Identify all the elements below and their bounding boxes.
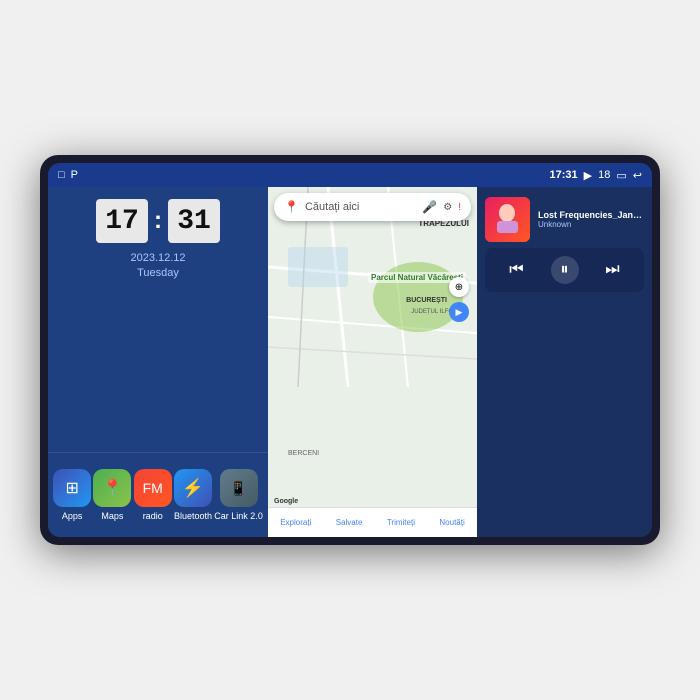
bluetooth-label: Bluetooth: [174, 511, 212, 521]
carlink-icon-bg: 📱: [220, 469, 258, 507]
clock-hours: 17: [105, 206, 139, 237]
map-mic-icon[interactable]: 🎤: [422, 200, 437, 214]
clock-date-line2: Tuesday: [137, 267, 179, 279]
home-icon: □: [58, 169, 65, 181]
main-content: 17 : 31 2023.12.12 Tuesday: [48, 187, 652, 537]
maps-label: Maps: [101, 511, 123, 521]
map-btn-saved[interactable]: Salvate: [336, 518, 363, 527]
clock-widget: 17 : 31 2023.12.12 Tuesday: [48, 187, 268, 452]
map-search-text: Căutați aici: [305, 201, 416, 213]
map-svg: [268, 187, 477, 537]
battery-level: 18: [598, 169, 610, 181]
prev-icon: ⏮: [509, 261, 523, 279]
clock-colon: :: [154, 207, 162, 235]
album-art-svg: [485, 197, 530, 242]
map-label-berceni: BERCENI: [288, 450, 319, 457]
app-icon-apps[interactable]: ⊞ Apps: [53, 469, 91, 521]
map-nav-button[interactable]: ▶: [449, 302, 469, 322]
apps-label: Apps: [62, 511, 83, 521]
app-icon-bluetooth[interactable]: ⚡ Bluetooth: [174, 469, 212, 521]
play-pause-button[interactable]: ⏸: [551, 256, 579, 284]
left-panel: 17 : 31 2023.12.12 Tuesday: [48, 187, 268, 537]
map-options-icon[interactable]: ⚙: [443, 202, 452, 213]
map-bottom-bar: Explorați Salvate Trimiteți Noutăți: [268, 507, 477, 537]
next-button[interactable]: ⏭: [599, 256, 627, 284]
app-icon-radio[interactable]: FM radio: [134, 469, 172, 521]
radio-icon-bg: FM: [134, 469, 172, 507]
maps-icon: 📍: [93, 469, 131, 507]
clock-minutes-block: 31: [168, 199, 220, 243]
app-bar: ⊞ Apps 📍 Maps FM radio: [48, 452, 268, 537]
status-right-icons: 17:31 ▶ 18 ▭ ↩: [550, 169, 642, 182]
play-pause-icon: ⏸: [560, 261, 568, 279]
clock-hours-block: 17: [96, 199, 148, 243]
map-compass[interactable]: ⊕: [449, 277, 469, 297]
google-logo: Google: [274, 498, 298, 505]
apps-icon: ⊞: [53, 469, 91, 507]
map-btn-explore[interactable]: Explorați: [280, 518, 311, 527]
app-icon-carlink[interactable]: 📱 Car Link 2.0: [214, 469, 263, 521]
nav-icon: P: [71, 169, 78, 181]
radio-label: radio: [143, 511, 163, 521]
right-panel: Lost Frequencies_Janieck Devy-... Unknow…: [477, 187, 652, 537]
bluetooth-icon-bg: ⚡: [174, 469, 212, 507]
signal-icon: ▶: [584, 169, 592, 182]
map-nav-icon: ▶: [456, 307, 463, 318]
clock-date-line1: 2023.12.12: [130, 252, 185, 264]
app-icon-maps[interactable]: 📍 Maps: [93, 469, 131, 521]
album-art: [485, 197, 530, 242]
clock-date: 2023.12.12 Tuesday: [130, 251, 185, 282]
status-left-icons: □ P: [58, 169, 78, 181]
car-display-device: □ P 17:31 ▶ 18 ▭ ↩ 17: [40, 155, 660, 545]
music-controls: ⏮ ⏸ ⏭: [485, 248, 644, 292]
map-pin-icon: 📍: [284, 200, 299, 214]
music-text: Lost Frequencies_Janieck Devy-... Unknow…: [538, 210, 644, 229]
status-bar: □ P 17:31 ▶ 18 ▭ ↩: [48, 163, 652, 187]
map-search-bar[interactable]: 📍 Căutați aici 🎤 ⚙ !: [274, 193, 471, 221]
map-alert-icon: !: [458, 202, 461, 213]
next-icon: ⏭: [605, 261, 619, 279]
status-time: 17:31: [550, 169, 578, 181]
carlink-label: Car Link 2.0: [214, 511, 263, 521]
map-label-bucuresti: BUCUREȘTI: [406, 297, 447, 304]
prev-button[interactable]: ⏮: [503, 256, 531, 284]
music-title: Lost Frequencies_Janieck Devy-...: [538, 210, 644, 220]
map-area[interactable]: 📍 Căutați aici 🎤 ⚙ ! UZANA TRAPEZULUI BE…: [268, 187, 477, 537]
clock-display: 17 : 31: [96, 199, 220, 243]
music-player: Lost Frequencies_Janieck Devy-... Unknow…: [477, 187, 652, 537]
back-icon[interactable]: ↩: [633, 169, 642, 182]
music-info: Lost Frequencies_Janieck Devy-... Unknow…: [477, 187, 652, 248]
map-btn-send[interactable]: Trimiteți: [387, 518, 415, 527]
music-artist: Unknown: [538, 220, 644, 229]
battery-icon: ▭: [616, 169, 626, 182]
clock-minutes: 31: [177, 206, 211, 237]
map-btn-news[interactable]: Noutăți: [439, 518, 464, 527]
map-background: 📍 Căutați aici 🎤 ⚙ ! UZANA TRAPEZULUI BE…: [268, 187, 477, 537]
screen: □ P 17:31 ▶ 18 ▭ ↩ 17: [48, 163, 652, 537]
